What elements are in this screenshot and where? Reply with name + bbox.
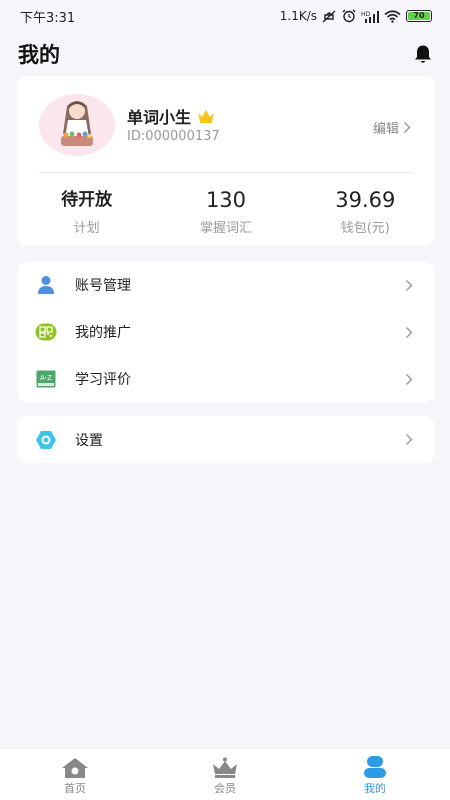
battery-level: 70 [408,12,430,20]
menu-item-account[interactable]: 账号管理 [17,262,435,308]
chevron-right-icon [405,326,413,339]
stat-label: 计划 [73,221,100,236]
network-speed: 1.1K/s [279,9,317,23]
edit-label: 编辑 [372,122,399,137]
chevron-right-icon [405,373,413,386]
wifi-icon [384,9,401,23]
nav-member[interactable]: 会员 [150,749,300,800]
profile-icon [363,753,387,779]
stat-label: 钱包(元) [340,221,390,236]
mute-icon [322,9,337,23]
username: 单词小生 [127,108,192,127]
menu-item-evaluation[interactable]: A-Z 学习评价 [17,356,435,402]
menu-card: 账号管理 我的推广 A-Z 学习评价 [17,262,435,402]
divider [39,172,413,173]
stat-wallet[interactable]: 39.69 钱包(元) [296,186,435,236]
chevron-right-icon [405,279,413,292]
header: 我的 [0,36,450,72]
status-bar: 下午3:31 1.1K/s HD 70 [0,0,450,32]
user-id: ID:000000137 [127,129,220,144]
menu-label: 学习评价 [75,372,131,388]
menu-label: 设置 [75,432,103,449]
stat-vocabulary[interactable]: 130 掌握词汇 [156,186,295,236]
nav-label: 我的 [364,782,386,795]
stat-value: 39.69 [335,188,396,212]
bell-icon[interactable] [412,43,434,65]
profile-card: 单词小生 ID:000000137 编辑 待开放 计划 130 掌握词汇 39.… [17,76,435,246]
username-row: 单词小生 [127,104,215,128]
status-icons: 1.1K/s HD 70 [280,9,432,23]
menu-label: 我的推广 [75,325,131,341]
crown-icon [211,753,239,779]
stats-row: 待开放 计划 130 掌握词汇 39.69 钱包(元) [17,186,435,236]
nav-label: 会员 [214,782,236,795]
svg-text:HD: HD [361,11,371,18]
avatar[interactable] [39,94,115,156]
menu-label: 账号管理 [75,278,131,294]
stat-label: 掌握词汇 [199,221,252,236]
menu-item-settings[interactable]: 设置 [17,416,435,463]
nav-home[interactable]: 首页 [0,749,150,800]
chevron-right-icon [405,433,413,446]
status-time: 下午3:31 [20,10,76,26]
alarm-icon [342,9,356,23]
settings-icon [35,429,57,451]
az-book-icon: A-Z [35,368,57,390]
home-icon [61,753,89,779]
nav-mine[interactable]: 我的 [300,749,450,800]
stat-plan[interactable]: 待开放 计划 [17,186,156,236]
stat-value: 130 [205,188,247,212]
nav-label: 首页 [64,782,86,795]
crown-icon [197,109,215,123]
bottom-nav: 首页 会员 我的 [0,748,450,800]
menu-item-promotion[interactable]: 我的推广 [17,309,435,355]
settings-card: 设置 [17,416,435,463]
battery-icon: 70 [406,10,432,22]
edit-profile-button[interactable]: 编辑 [373,118,411,137]
signal-icon: HD [361,10,379,23]
chevron-right-icon [403,121,411,134]
svg-text:A-Z: A-Z [40,374,52,382]
promotion-icon [35,321,57,343]
stat-value: 待开放 [61,190,113,210]
page-title: 我的 [18,43,60,67]
user-icon [35,274,57,296]
